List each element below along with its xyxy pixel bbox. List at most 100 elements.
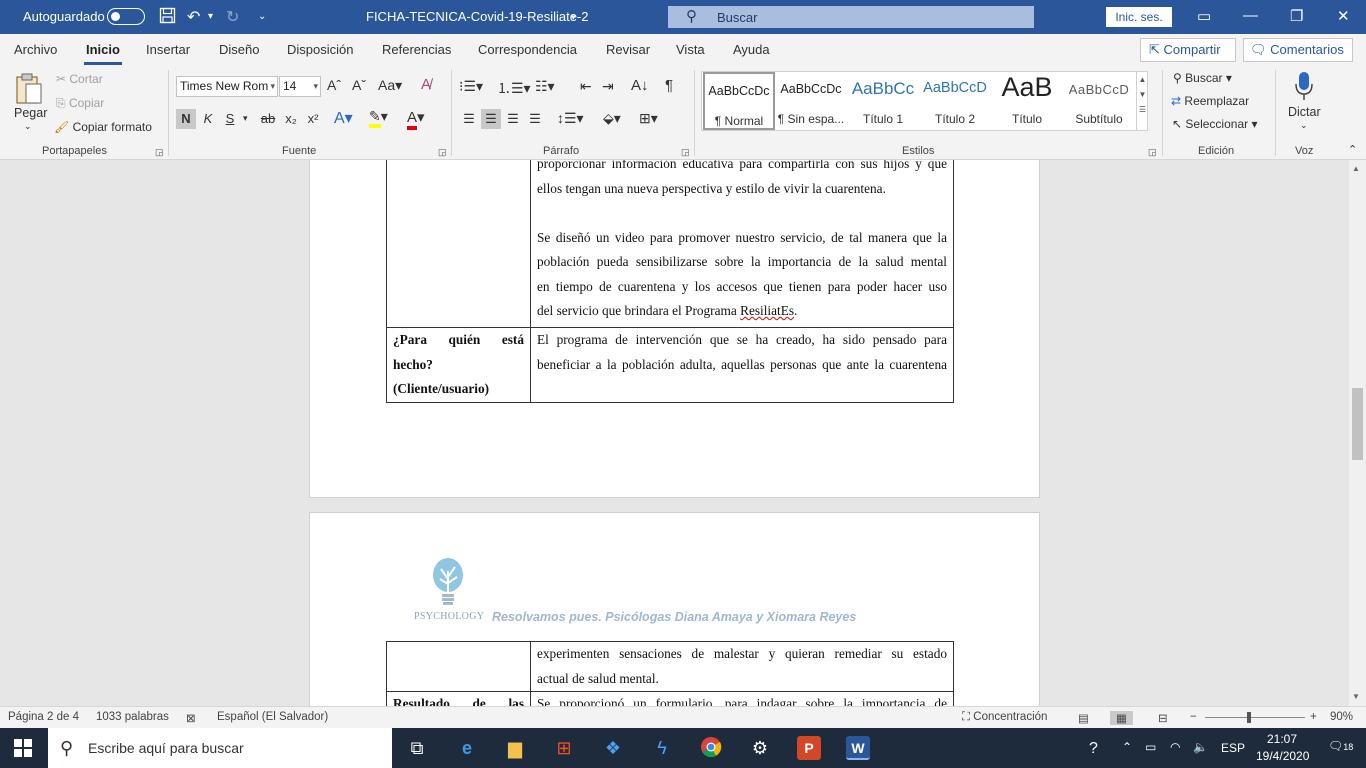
task-view-icon[interactable]: ⧉ [405,736,429,760]
ribbon-display-options-icon[interactable]: ▭ [1197,7,1211,25]
document-area[interactable]: proporcionar información educativa para … [0,160,1349,706]
table-cell-results[interactable]: Resultado de las [386,691,531,706]
numbering-icon[interactable]: ⒈☰▾ [497,78,531,98]
decrease-indent-icon[interactable]: ⇤ [580,78,592,95]
search-box[interactable]: ⚲ Buscar [668,6,1034,28]
copy-button[interactable]: ⎘ Copiar [56,96,104,111]
align-left-icon[interactable]: ☰ [459,109,479,129]
style-subtitle[interactable]: AaBbCcD Subtítulo [1063,72,1135,130]
dictate-button[interactable] [1293,71,1315,104]
zoom-slider[interactable] [1205,712,1305,723]
comments-button[interactable]: 🗨 Comentarios [1243,38,1353,62]
cut-button[interactable]: ✂ Cortar [56,72,103,86]
battery-icon[interactable]: ▭ [1145,740,1156,754]
title-chevron-down-icon[interactable]: ▾ [571,12,576,23]
restore-icon[interactable]: ❐ [1290,7,1303,25]
tab-insertar[interactable]: Insertar [146,42,190,57]
font-name-combo[interactable]: Times New Rom ▾ [176,76,278,97]
styles-scrollbar[interactable]: ▲ ▼ ☰ [1136,72,1148,130]
paste-dropdown-icon[interactable]: ⌄ [24,121,32,132]
clear-formatting-icon[interactable]: A̸ [421,76,431,93]
collapse-ribbon-icon[interactable]: ⌃ [1348,143,1357,156]
chevron-down-icon[interactable]: ▼ [1137,90,1148,99]
pilcrow-icon[interactable]: ¶ [665,77,673,94]
zoom-out-icon[interactable]: − [1190,711,1197,723]
close-icon[interactable]: ✕ [1337,7,1350,25]
italic-button[interactable]: K [198,109,218,129]
change-case-icon[interactable]: Aa▾ [378,77,402,94]
dropbox-icon[interactable]: ❖ [601,736,625,760]
store-icon[interactable]: ⊞ [552,736,576,760]
tab-correspondencia[interactable]: Correspondencia [478,42,577,57]
font-size-combo[interactable]: 14 ▾ [279,76,321,97]
format-painter-button[interactable]: 🖌 Copiar formato [54,120,152,134]
style-normal[interactable]: AaBbCcDc ¶ Normal [703,72,775,130]
table-cell-results-answer[interactable]: Se proporcionó un formulario, para indag… [530,691,954,706]
autosave-toggle[interactable] [107,8,145,25]
align-center-icon[interactable]: ☰ [481,109,501,129]
table-cell-continuation[interactable]: experimenten sensaciones de malestar y q… [530,641,954,692]
word-count[interactable]: 1033 palabras [96,711,169,723]
save-icon[interactable] [159,7,176,29]
focus-button[interactable]: ⛶ Concentración [962,711,1047,724]
read-mode-icon[interactable]: ▤ [1078,711,1089,725]
strikethrough-button[interactable]: ab [258,109,278,129]
minimize-icon[interactable]: — [1243,7,1258,24]
multilevel-list-icon[interactable]: ☷▾ [535,78,555,95]
line-spacing-icon[interactable]: ↕☰▾ [557,110,584,127]
share-button[interactable]: ⇱ Compartir [1140,38,1236,62]
underline-button[interactable]: S [220,109,240,129]
zoom-slider-knob[interactable] [1247,712,1251,723]
zoom-in-icon[interactable]: + [1310,711,1317,723]
proofing-icon[interactable]: ⊠ [186,711,196,725]
zoom-level[interactable]: 90% [1330,711,1353,723]
edge-icon[interactable]: e [455,736,479,760]
undo-dropdown-icon[interactable]: ▾ [208,11,213,22]
style-title[interactable]: AaB Título [991,72,1063,130]
clock-time[interactable]: 21:07 [1267,732,1297,746]
tab-revisar[interactable]: Revisar [606,42,650,57]
subscript-button[interactable]: x₂ [281,109,301,129]
taskbar-search-box[interactable]: ⚲ Escribe aquí para buscar [48,728,392,768]
settings-gear-icon[interactable]: ⚙ [748,736,772,760]
notifications-button[interactable]: 🗨18 [1328,739,1353,753]
font-launcher-icon[interactable]: ◲ [438,147,447,158]
sort-icon[interactable]: A↓ [631,77,649,94]
table-cell-for-whom[interactable]: ¿Para quién está hecho? (Cliente/usuario… [386,327,531,403]
more-styles-icon[interactable]: ☰ [1137,105,1148,114]
replace-button[interactable]: ⇄ Reemplazar [1171,94,1249,108]
scroll-up-icon[interactable]: ▲ [1352,164,1360,173]
wifi-icon[interactable]: ◠ [1170,740,1180,754]
misspelled-word[interactable]: ResiliatEs [740,303,794,318]
bullets-icon[interactable]: ⁝☰▾ [459,78,483,95]
highlight-icon[interactable]: ✎▾ [369,108,388,128]
tab-referencias[interactable]: Referencias [382,42,451,57]
increase-indent-icon[interactable]: ⇥ [602,78,614,95]
borders-icon[interactable]: ⊞▾ [639,110,658,127]
scroll-down-icon[interactable]: ▼ [1352,692,1360,701]
chevron-up-icon[interactable]: ▲ [1137,75,1148,84]
file-explorer-icon[interactable]: ▆ [503,736,527,760]
help-icon[interactable]: ? [1089,740,1098,758]
powerpoint-icon[interactable]: P [797,736,821,760]
clock-date[interactable]: 19/4/2020 [1256,749,1309,763]
style-heading-2[interactable]: AaBbCcD Título 2 [919,72,991,130]
shrink-font-icon[interactable]: Aˇ [352,77,366,93]
customize-toolbar-icon[interactable]: ⌄ [258,11,266,22]
clipboard-launcher-icon[interactable]: ◲ [155,147,164,158]
tab-archivo[interactable]: Archivo [14,42,57,57]
print-layout-icon[interactable]: ▦ [1110,711,1133,725]
signin-button[interactable]: Inic. ses. [1106,7,1172,27]
paragraph-launcher-icon[interactable]: ◲ [681,147,690,158]
tab-ayuda[interactable]: Ayuda [733,42,770,57]
windows-start-icon[interactable] [14,739,32,760]
paste-button[interactable] [14,72,44,109]
redo-icon[interactable]: ↻ [226,7,239,27]
word-icon[interactable]: W [846,736,870,760]
underline-dropdown-icon[interactable]: ▾ [243,113,248,124]
shading-icon[interactable]: ⬙▾ [603,110,621,127]
tab-vista[interactable]: Vista [676,42,705,57]
undo-icon[interactable]: ↶ [187,7,200,27]
align-right-icon[interactable]: ☰ [503,109,523,129]
styles-launcher-icon[interactable]: ◲ [1148,147,1157,158]
